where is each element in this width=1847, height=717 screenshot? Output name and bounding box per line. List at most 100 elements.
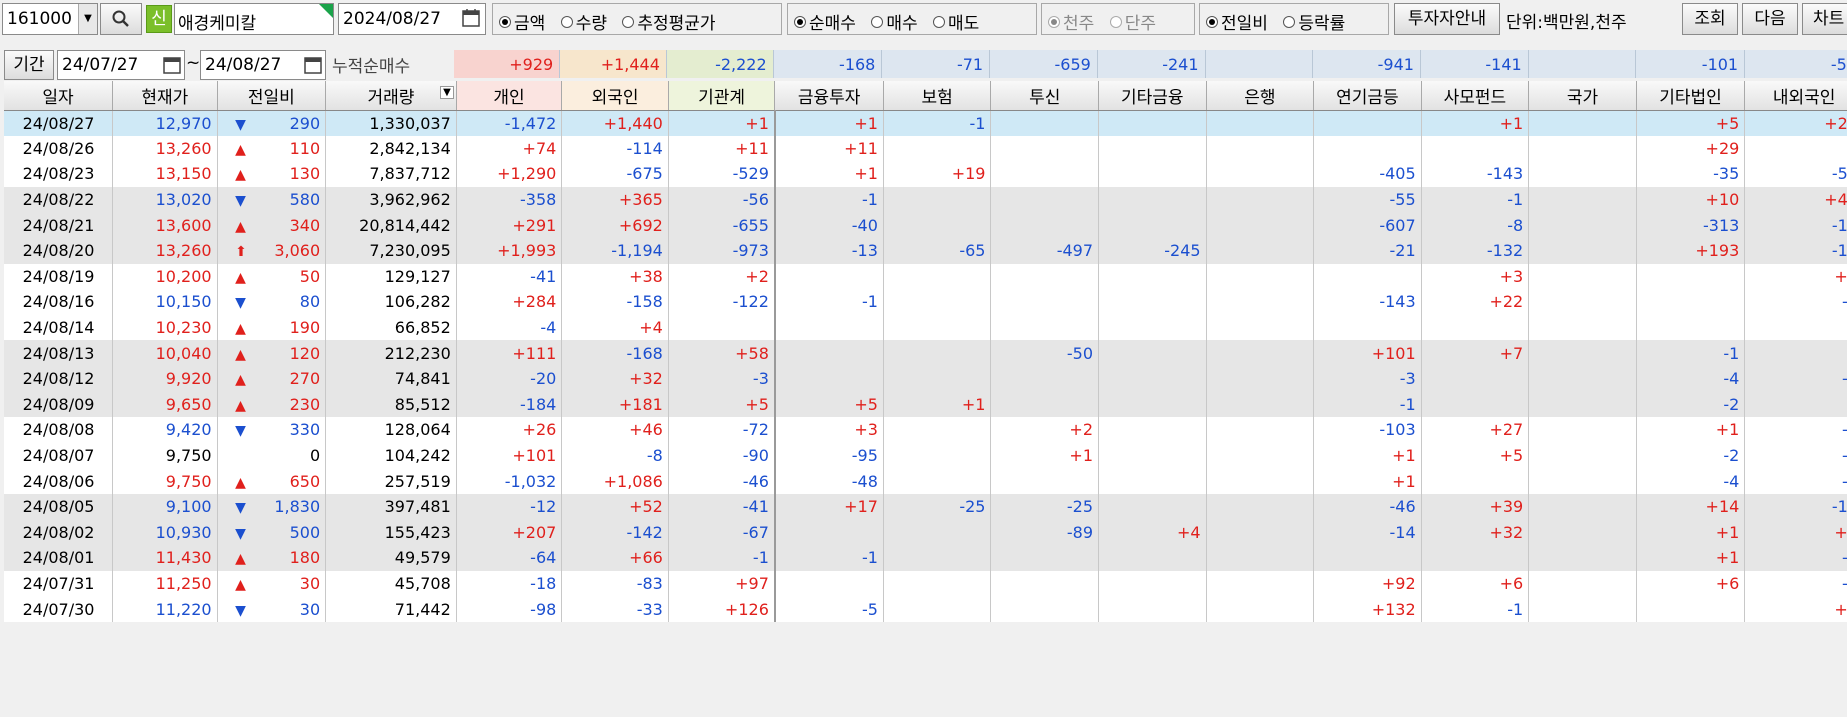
change-cell: ▼ 580 (217, 186, 327, 213)
investor-value-cell (1313, 110, 1422, 136)
investor-value-cell (1098, 314, 1207, 341)
calendar-icon[interactable] (303, 54, 323, 76)
investor-value-cell: +26 (1744, 110, 1847, 136)
column-header[interactable]: 거래량 ▼ (325, 81, 457, 111)
table-row[interactable]: 24/08/129,920▲27074,841-20+32-3-3-4-6 (4, 365, 1847, 392)
radio-prev-day-diff[interactable]: 전일비 (1206, 9, 1268, 34)
change-value: 50 (299, 266, 321, 286)
table-row[interactable]: 24/08/20 13,260 ⬆ 3,060 7,230,095 +1,993 -1,19… (4, 237, 1847, 264)
stock-badge: 신 (146, 5, 172, 33)
table-row[interactable]: 24/07/3111,250▲3045,708-18-83+97+92+6+6-… (4, 570, 1847, 597)
price-cell: 13,260 (112, 237, 218, 264)
table-row[interactable]: 24/08/21 13,600 ▲ 340 20,814,442 +291 +692 -655… (4, 212, 1847, 238)
investor-value-cell (990, 570, 1100, 597)
radio-quantity[interactable]: 수량 (560, 9, 607, 34)
investor-value-cell: -5 (773, 596, 884, 622)
column-header[interactable]: 보험 (883, 81, 992, 111)
radio-buy[interactable]: 매수 (871, 9, 918, 34)
change-value: 500 (289, 522, 321, 542)
end-date-picker[interactable]: 24/08/27 (200, 50, 326, 80)
investor-value-cell (1528, 545, 1637, 571)
radio-change-rate[interactable]: 등락률 (1283, 9, 1345, 34)
radio-single-shares[interactable]: 단주 (1109, 9, 1156, 34)
radio-estimated-avg[interactable]: 추정평균가 (622, 9, 716, 34)
sort-dropdown-icon[interactable]: ▼ (440, 86, 454, 99)
investor-value-cell: +101 (1313, 340, 1422, 366)
investor-value-cell: +1,290 (456, 161, 563, 187)
start-date-picker[interactable]: 24/07/27 (57, 50, 185, 80)
table-row[interactable]: 24/07/30 11,220 ▼ 30 71,442 -98 -33 +126 -5 +132-… (4, 596, 1847, 622)
table-row[interactable]: 24/08/13 10,040 ▲ 120 212,230 +111 -168 +58 -50 +… (4, 340, 1847, 366)
investor-value-cell (990, 289, 1100, 315)
change-radio-group: 전일비 등락률 (1199, 3, 1389, 35)
investor-value-cell (1206, 442, 1315, 469)
chart-button[interactable]: 차트 (1802, 3, 1847, 35)
column-header[interactable]: 사모펀드 (1421, 81, 1530, 111)
column-header[interactable]: 내외국인 (1744, 81, 1847, 111)
table-row[interactable]: 24/08/09 9,650 ▲ 230 85,512 -184 +181 +5 +5 +1 -1-… (4, 391, 1847, 418)
table-row[interactable]: 24/08/1910,200 ▲ 50129,127-41+38+2 +3 +1 (4, 263, 1847, 290)
table-row[interactable]: 24/08/14 10,230 ▲ 190 66,852 -4 +4 (4, 314, 1847, 341)
column-header[interactable]: 개인 (456, 81, 563, 111)
investor-value-cell (1098, 391, 1207, 418)
date-cell: 24/08/07 (4, 442, 114, 469)
column-header[interactable]: 은행 (1206, 81, 1315, 111)
radio-sell[interactable]: 매도 (933, 9, 979, 34)
date-cell: 24/07/30 (4, 596, 114, 622)
table-row[interactable]: 24/08/26 13,260 ▲ 110 2,842,134 +74 -114 +11 +11… (4, 135, 1847, 162)
column-header[interactable]: 기관계 (668, 81, 776, 111)
table-row[interactable]: 24/08/0111,430▲18049,579-64+66-1-1+1-2 (4, 545, 1847, 571)
column-header[interactable]: 기타금융 (1098, 81, 1207, 111)
table-row[interactable]: 24/08/07 9,750 0 104,242 +101 -8 -90 -95 +1 +1 +5-… (4, 442, 1847, 469)
calendar-icon[interactable] (162, 54, 182, 76)
column-header[interactable]: 국가 (1528, 81, 1637, 111)
table-row[interactable]: 24/08/23 13,150 ▲ 130 7,837,712 +1,290 -675 -52… (4, 161, 1847, 187)
next-button[interactable]: 다음 (1742, 3, 1798, 35)
investor-value-cell: -1 (1744, 442, 1847, 469)
price-cell: 9,100 (112, 493, 218, 520)
table-row[interactable]: 24/08/22 13,020 ▼ 580 3,962,962 -358 +365 -56 -1… (4, 186, 1847, 213)
column-header[interactable]: 전일비 (217, 81, 327, 111)
radio-amount[interactable]: 금액 (499, 9, 545, 34)
investor-value-cell (883, 212, 992, 238)
column-header[interactable]: 현재가 (112, 81, 218, 111)
volume-cell: 85,512 (325, 391, 457, 418)
investor-info-button[interactable]: 투자자안내 (1394, 3, 1500, 35)
table-row[interactable]: 24/08/06 9,750 ▲ 650 257,519 -1,032 +1,086 -46-… (4, 468, 1847, 494)
change-value: 130 (289, 164, 321, 184)
change-value: 3,060 (274, 241, 321, 261)
search-button[interactable]: 조회 (1682, 3, 1738, 35)
table-row[interactable]: 24/08/16 10,150 ▼ 80 106,282 +284 -158 -122 -1 -1… (4, 289, 1847, 315)
radio-thousand-shares[interactable]: 천주 (1048, 9, 1094, 34)
summary-cell: -168 (773, 50, 883, 78)
calendar-icon[interactable] (461, 7, 483, 31)
up-arrow-icon: ▲ (235, 397, 246, 414)
stock-name-field[interactable]: 애경케미칼 (174, 3, 334, 35)
summary-cell: -71 (881, 50, 991, 78)
investor-value-cell: -1 (1744, 417, 1847, 443)
investor-value-cell: +1,993 (456, 237, 563, 264)
table-header: 일자 현재가 전일비 거래량 ▼ 개인 외국인 기관계 금융투자 보험 투신 기타금융 은행 연기금등 사모… (4, 81, 1847, 111)
column-header[interactable]: 투신 (990, 81, 1100, 111)
stock-code-combo[interactable]: 161000 ▼ (2, 3, 98, 35)
table-row[interactable]: 24/08/08 9,420 ▼ 330 128,064 +26 +46 -72 +3 +2 -10… (4, 417, 1847, 443)
table-row[interactable]: 24/08/02 10,930 ▼ 500 155,423 +207 -142 -67 -89 +… (4, 519, 1847, 546)
radio-net-buy[interactable]: 순매수 (794, 9, 856, 34)
column-header[interactable]: 연기금등 (1313, 81, 1422, 111)
table-row[interactable]: 24/08/05 9,100 ▼ 1,830 397,481 -12 +52 -41 +17 -2… (4, 493, 1847, 520)
column-header[interactable]: 기타법인 (1636, 81, 1746, 111)
change-cell: ▲ 50 (217, 263, 327, 290)
up-arrow-icon: ▲ (235, 321, 246, 338)
chevron-down-icon[interactable]: ▼ (78, 4, 97, 34)
end-date-value: 24/08/27 (205, 55, 282, 75)
investor-value-cell (1098, 212, 1207, 238)
column-header[interactable]: 금융투자 (774, 81, 884, 111)
column-header[interactable]: 외국인 (561, 81, 669, 111)
search-icon[interactable] (100, 3, 142, 35)
summary-cell: -51 (1744, 50, 1847, 78)
table-row[interactable]: 24/08/27 12,970 ▼ 290 1,330,037 -1,472 +1,440 +… (4, 110, 1847, 136)
investor-value-cell: -72 (668, 417, 776, 443)
change-value: 80 (299, 292, 321, 312)
date-picker[interactable]: 2024/08/27 (338, 3, 486, 35)
column-header[interactable]: 일자 (4, 81, 114, 111)
